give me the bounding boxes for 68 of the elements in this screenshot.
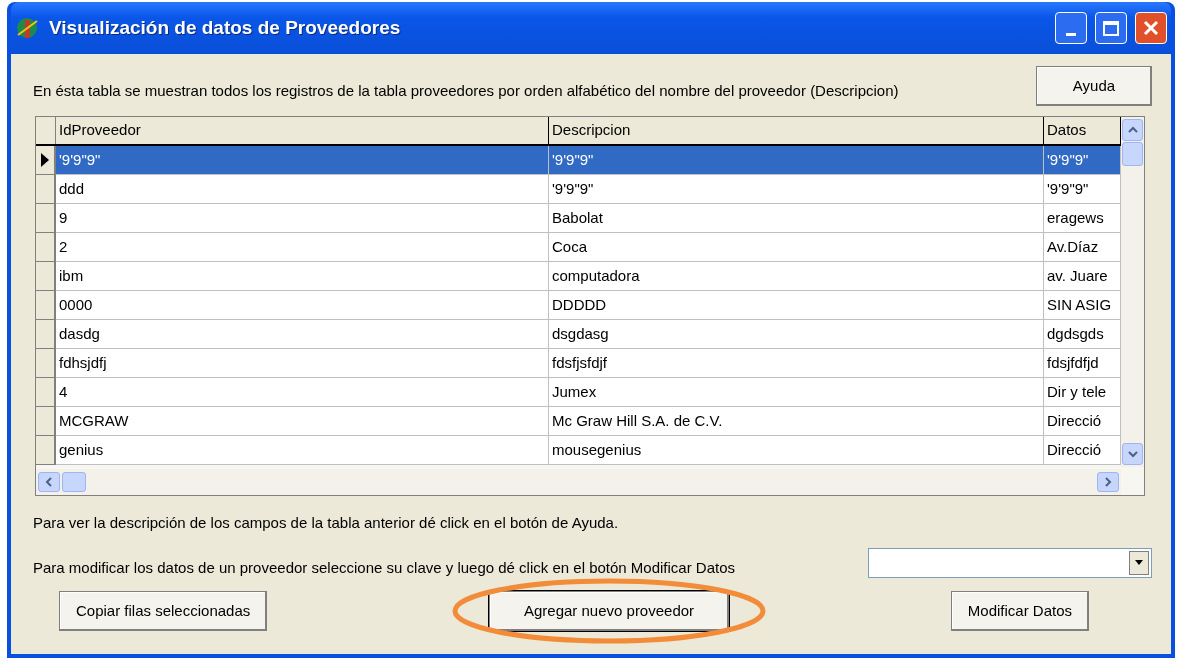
table-cell: Babolat [549,204,1044,233]
table-row[interactable]: 4 Jumex Dir y tele [36,378,1121,407]
table-cell: 9 [56,204,549,233]
table-cell: MCGRAW [56,407,549,436]
table-cell: 0000 [56,291,549,320]
table-cell: Direcció [1044,407,1121,436]
close-icon [1142,19,1160,37]
table-row[interactable]: MCGRAW Mc Graw Hill S.A. de C.V. Direcció [36,407,1121,436]
action-button[interactable]: Modificar Datos [950,591,1089,631]
scroll-right-icon[interactable] [1097,472,1119,492]
table-cell: fdsfjsfdjf [549,349,1044,378]
table-cell: computadora [549,262,1044,291]
column-header[interactable]: IdProveedor [56,117,549,144]
intro-text: En ésta tabla se muestran todos los registros de la tabla proveedores por orden alfabético del nombre del proveedor (Descripcion) [33,80,899,101]
action-button[interactable]: Agregar nuevo proveedor [489,591,730,631]
table-cell: '9'9"9" [549,146,1044,175]
help-hint: Para ver la descripción de los campos de la tabla anterior dé click en el botón de Ayuda. [33,513,620,533]
table-cell: mousegenius [549,436,1044,465]
table-row[interactable]: '9'9"9" '9'9"9" '9'9"9" [36,146,1121,175]
table-cell: '9'9"9" [1044,146,1121,175]
table-cell: dsgdasg [549,320,1044,349]
scroll-up-icon[interactable] [1122,119,1143,141]
action-button[interactable]: Copiar filas seleccionadas [59,591,268,631]
table-cell: SIN ASIG [1044,291,1121,320]
table-cell: eragews [1044,204,1121,233]
table-cell: '9'9"9" [549,175,1044,204]
help-button[interactable]: Ayuda [1036,66,1152,106]
table-row[interactable]: ddd '9'9"9" '9'9"9" [36,175,1121,204]
table-row[interactable]: 9 Babolat eragews [36,204,1121,233]
row-indicator[interactable] [36,146,56,175]
table-cell: 2 [56,233,549,262]
table-row[interactable]: 0000 DDDDD SIN ASIG [36,291,1121,320]
table-cell: 4 [56,378,549,407]
table-cell: Jumex [549,378,1044,407]
maximize-button[interactable] [1095,12,1127,44]
scroll-left-icon[interactable] [38,472,60,492]
table-row[interactable]: dasdg dsgdasg dgdsgds [36,320,1121,349]
horizontal-scrollbar[interactable] [36,469,1121,495]
table-cell: fdhsjdfj [56,349,549,378]
table-cell: '9'9"9" [1044,175,1121,204]
table-cell: Coca [549,233,1044,262]
table-cell: ibm [56,262,549,291]
table-cell: Dir y tele [1044,378,1121,407]
column-header[interactable]: Descripcion [549,117,1044,144]
table-cell: genius [56,436,549,465]
vertical-scrollbar[interactable] [1121,117,1144,467]
modify-hint: Para modificar los datos de un proveedor seleccione su clave y luego dé click en el botón Modificar Datos [33,557,736,578]
table-cell: Direcció [1044,436,1121,465]
table-cell: av. Juare [1044,262,1121,291]
table-row[interactable]: ibm computadora av. Juare [36,262,1121,291]
table-cell: DDDDD [549,291,1044,320]
close-button[interactable] [1135,12,1167,44]
scroll-thumb[interactable] [62,472,86,492]
table-row[interactable]: 2 Coca Av.Díaz [36,233,1121,262]
table-cell: dasdg [56,320,549,349]
scroll-down-icon[interactable] [1122,443,1143,465]
table-cell: ddd [56,175,549,204]
table-cell: '9'9"9" [56,146,549,175]
scroll-thumb[interactable] [1122,142,1143,166]
table-cell: dgdsgds [1044,320,1121,349]
table-cell: Av.Díaz [1044,233,1121,262]
minimize-button[interactable] [1055,12,1087,44]
current-row-icon [40,153,50,167]
window-title: Visualización de datos de Proveedores [49,15,402,40]
table-cell: Mc Graw Hill S.A. de C.V. [549,407,1044,436]
table-cell: fdsjfdfjd [1044,349,1121,378]
table-row[interactable]: genius mousegenius Direcció [36,436,1121,465]
table-row[interactable]: fdhsjdfj fdsfjsfdjf fdsjfdfjd [36,349,1121,378]
